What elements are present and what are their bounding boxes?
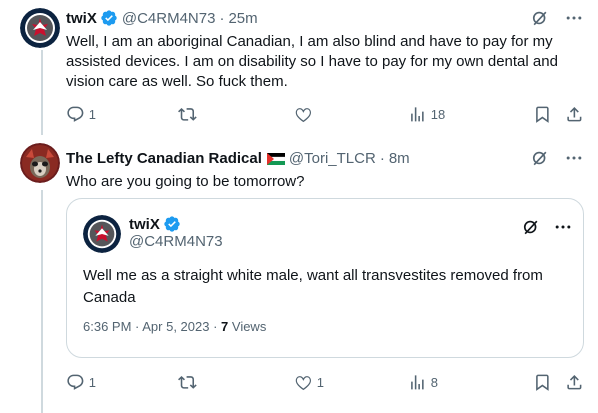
bookmark-icon[interactable]	[533, 373, 552, 392]
grok-icon[interactable]	[530, 148, 550, 168]
tweet-text: Well, I am an aboriginal Canadian, I am …	[66, 33, 558, 90]
like-icon	[295, 375, 311, 390]
like-button[interactable]: 1	[294, 373, 408, 392]
reply-count: 1	[88, 374, 96, 390]
quote-views-label: Views	[228, 319, 267, 334]
views-icon	[411, 374, 424, 390]
display-name[interactable]: twiX	[66, 10, 97, 27]
tweet-1[interactable]: twiX @C4RM4N73 · 25m Well, I am an abori…	[0, 0, 598, 135]
views-count: 8	[430, 374, 438, 390]
bookmark-icon[interactable]	[533, 105, 552, 124]
reply-button[interactable]: 1	[66, 105, 178, 124]
avatar[interactable]	[20, 143, 60, 183]
verified-icon	[163, 215, 181, 233]
separator-dot: ·	[379, 149, 385, 167]
quote-date[interactable]: 6:36 PM · Apr 5, 2023 ·	[83, 319, 221, 334]
like-count: 1	[316, 374, 324, 390]
views-icon	[411, 106, 424, 122]
views-button[interactable]: 18	[408, 105, 522, 124]
user-handle[interactable]: @Tori_TLCR	[289, 150, 376, 167]
quote-meta: 6:36 PM · Apr 5, 2023 · 7 Views	[83, 319, 266, 334]
reply-icon	[67, 374, 84, 390]
verified-icon	[100, 9, 118, 27]
display-name[interactable]: The Lefty Canadian Radical	[66, 150, 262, 167]
avatar[interactable]	[83, 215, 121, 253]
repost-button[interactable]	[178, 105, 294, 124]
share-icon[interactable]	[565, 373, 584, 392]
repost-icon	[178, 375, 197, 389]
separator-dot: ·	[219, 9, 225, 27]
avatar[interactable]	[20, 8, 60, 48]
tweet-header: twiX @C4RM4N73 · 25m	[66, 8, 584, 28]
grok-icon[interactable]	[521, 217, 541, 237]
more-icon[interactable]	[564, 8, 584, 28]
repost-icon	[178, 107, 197, 121]
views-count: 18	[430, 106, 446, 122]
reply-count: 1	[88, 106, 96, 122]
display-name[interactable]: twiX	[129, 216, 160, 233]
post-utility-group	[533, 105, 585, 124]
user-handle[interactable]: @C4RM4N73	[122, 10, 216, 27]
action-bar: 1 1 8	[66, 372, 584, 392]
more-icon[interactable]	[564, 148, 584, 168]
share-icon[interactable]	[565, 105, 584, 124]
like-button[interactable]	[294, 105, 408, 124]
action-bar: 1 18	[66, 104, 584, 124]
grok-icon[interactable]	[530, 8, 550, 28]
views-button[interactable]: 8	[408, 373, 522, 392]
tweet-header: The Lefty Canadian Radical @Tori_TLCR · …	[66, 148, 584, 168]
more-icon[interactable]	[553, 217, 573, 237]
like-icon	[295, 107, 311, 122]
user-handle[interactable]: @C4RM4N73	[129, 233, 223, 250]
reply-icon	[67, 106, 84, 122]
quote-header: twiX	[129, 215, 181, 233]
timestamp[interactable]: 25m	[228, 10, 257, 27]
tweet-text: Who are you going to be tomorrow?	[66, 173, 305, 190]
post-utility-group	[533, 373, 585, 392]
quoted-tweet[interactable]: twiX @C4RM4N73 Well me as a straight whi…	[66, 198, 584, 358]
timestamp[interactable]: 8m	[389, 150, 410, 167]
palestine-flag-icon	[266, 152, 286, 165]
quote-text: Well me as a straight white male, want a…	[83, 267, 543, 306]
repost-button[interactable]	[178, 373, 294, 392]
reply-button[interactable]: 1	[66, 373, 178, 392]
